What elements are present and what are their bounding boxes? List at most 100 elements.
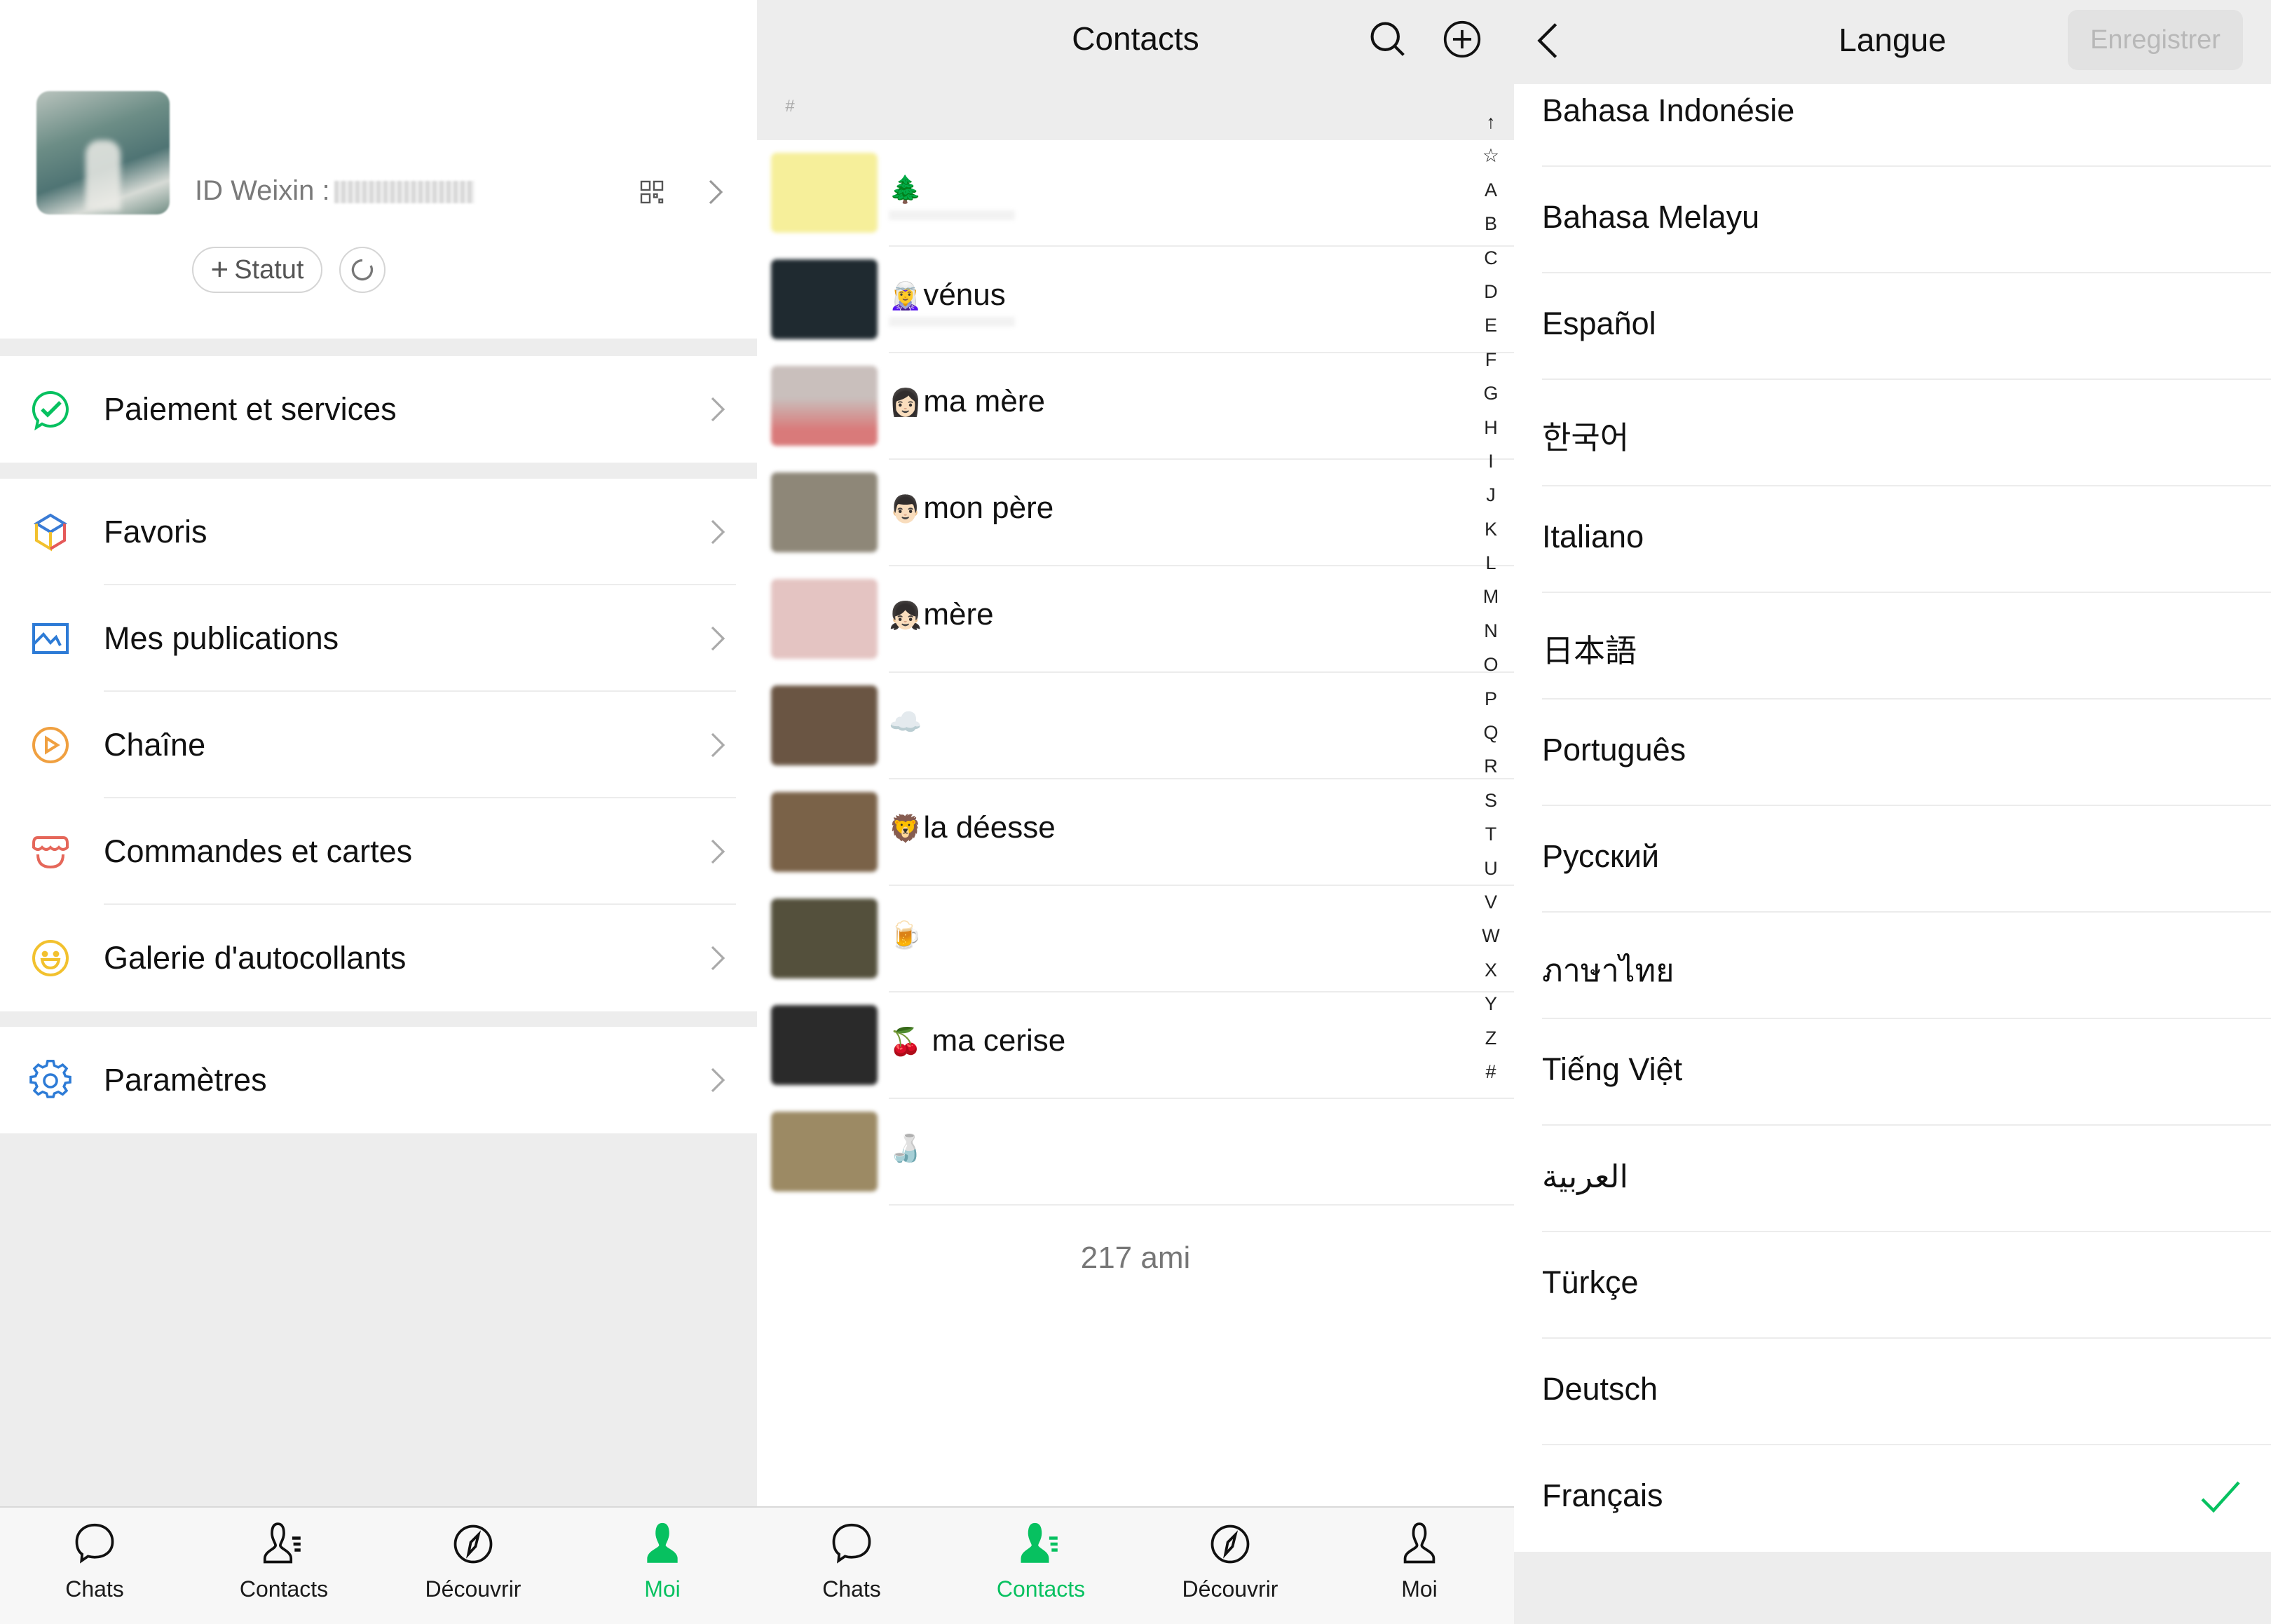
contact-row[interactable]: 🍶 <box>757 1099 1514 1206</box>
menu-item-label: Paiement et services <box>104 391 397 427</box>
contact-row[interactable]: 🦁la déesse <box>757 779 1514 886</box>
index-letter[interactable]: F <box>1485 343 1497 376</box>
menu-item-settings[interactable]: Paramètres <box>0 1027 757 1133</box>
save-button[interactable]: Enregistrer <box>2068 10 2243 70</box>
index-letter[interactable]: J <box>1486 478 1496 512</box>
language-option[interactable]: Русский <box>1514 806 2271 913</box>
language-option[interactable]: العربية <box>1514 1126 2271 1232</box>
alphabet-index-bar[interactable]: ↑ ☆ A B C D E F G H I J K L M N O P Q R S T U V W X Y Z # <box>1473 105 1508 1089</box>
contact-row[interactable]: 👧🏻mère <box>757 566 1514 673</box>
chat-bubble-icon <box>75 1523 114 1564</box>
language-name: العربية <box>1542 1159 1628 1194</box>
index-letter[interactable]: L <box>1485 546 1496 580</box>
index-letter[interactable]: Z <box>1485 1021 1497 1055</box>
chevron-right-icon <box>711 519 725 545</box>
tab-discover[interactable]: Découvrir <box>1136 1508 1325 1624</box>
index-letter[interactable]: A <box>1485 173 1497 207</box>
index-letter[interactable]: C <box>1484 241 1498 275</box>
contact-name: 👧🏻mère <box>889 597 994 632</box>
menu-item-label: Commandes et cartes <box>104 833 413 869</box>
tab-label: Moi <box>644 1576 681 1602</box>
status-refresh-button[interactable] <box>339 247 386 293</box>
contact-row[interactable]: 👩🏻ma mère <box>757 353 1514 460</box>
index-letter[interactable]: U <box>1484 852 1498 885</box>
index-letter[interactable]: X <box>1485 953 1497 987</box>
index-letter[interactable]: D <box>1484 275 1498 308</box>
tab-me[interactable]: Moi <box>1325 1508 1514 1624</box>
menu-item-label: Chaîne <box>104 727 206 763</box>
language-name: Türkçe <box>1542 1264 1639 1300</box>
menu-item-payment[interactable]: Paiement et services <box>0 356 757 463</box>
index-letter[interactable]: V <box>1485 885 1497 919</box>
menu-item-my-posts[interactable]: Mes publications <box>0 585 757 692</box>
language-option[interactable]: Português <box>1514 700 2271 806</box>
tab-me[interactable]: Moi <box>568 1508 757 1624</box>
index-letter[interactable]: H <box>1484 411 1498 444</box>
index-letter[interactable]: T <box>1485 817 1497 851</box>
language-option[interactable]: Türkçe <box>1514 1232 2271 1339</box>
language-name: Русский <box>1542 838 1659 874</box>
add-circle-icon[interactable] <box>1443 20 1482 59</box>
contact-row[interactable]: 👨🏻mon père <box>757 460 1514 566</box>
language-option[interactable]: 日本語 <box>1514 593 2271 700</box>
tab-label: Moi <box>1401 1576 1438 1602</box>
index-letter[interactable]: R <box>1484 749 1498 783</box>
index-letter[interactable]: G <box>1483 376 1498 410</box>
index-letter[interactable]: W <box>1482 919 1499 953</box>
contact-row[interactable]: ☁️ <box>757 673 1514 779</box>
contact-name: 👨🏻mon père <box>889 491 1054 525</box>
add-status-button[interactable]: + Statut <box>192 247 322 293</box>
search-icon[interactable] <box>1368 20 1407 59</box>
language-option[interactable]: Deutsch <box>1514 1339 2271 1445</box>
qr-code-icon[interactable] <box>639 179 664 205</box>
profile-header[interactable]: ID Weixin : + Statut <box>0 0 757 339</box>
language-option[interactable]: Italiano <box>1514 486 2271 593</box>
menu-item-sticker-gallery[interactable]: Galerie d'autocollants <box>0 905 757 1011</box>
index-letter[interactable]: ↑ <box>1486 105 1496 139</box>
language-list: Bahasa Indonésie Bahasa Melayu Español 한국어 I… <box>1514 84 2271 1552</box>
tab-contacts[interactable]: Contacts <box>946 1508 1136 1624</box>
chevron-right-icon[interactable] <box>707 178 725 206</box>
language-option[interactable]: Español <box>1514 273 2271 380</box>
contact-avatar <box>771 366 878 446</box>
language-option[interactable]: 한국어 <box>1514 380 2271 486</box>
contact-row[interactable]: 🍒 ma cerise <box>757 992 1514 1099</box>
contact-row[interactable]: 🍺 <box>757 886 1514 992</box>
contact-row[interactable]: 🧝‍♀️vénus <box>757 247 1514 353</box>
tab-chats[interactable]: Chats <box>0 1508 189 1624</box>
image-icon <box>32 623 69 654</box>
chevron-right-icon <box>711 1067 725 1093</box>
contacts-screen: Contacts # 🌲 🧝‍♀️vénus 👩🏻ma mère 👨🏻mon p… <box>757 0 1514 1624</box>
index-letter[interactable]: E <box>1485 308 1497 342</box>
index-letter[interactable]: M <box>1483 580 1499 613</box>
tab-discover[interactable]: Découvrir <box>378 1508 568 1624</box>
play-circle-icon <box>32 727 69 763</box>
tab-chats[interactable]: Chats <box>757 1508 946 1624</box>
index-letter[interactable]: Y <box>1485 987 1497 1021</box>
menu-item-orders-cards[interactable]: Commandes et cartes <box>0 798 757 905</box>
index-letter[interactable]: N <box>1484 614 1498 648</box>
index-letter[interactable]: P <box>1485 682 1497 716</box>
index-letter[interactable]: O <box>1483 648 1498 681</box>
language-option[interactable]: ภาษาไทย <box>1514 913 2271 1019</box>
index-letter[interactable]: B <box>1485 207 1497 240</box>
language-name: Italiano <box>1542 519 1644 554</box>
language-option[interactable]: Tiếng Việt <box>1514 1019 2271 1126</box>
index-letter[interactable]: ☆ <box>1482 139 1499 172</box>
index-letter[interactable]: Q <box>1483 716 1498 749</box>
contact-row[interactable]: 🌲 <box>757 140 1514 247</box>
contact-name: 🧝‍♀️vénus <box>889 278 1006 312</box>
index-letter[interactable]: S <box>1485 784 1497 817</box>
language-option[interactable]: Bahasa Melayu <box>1514 167 2271 273</box>
index-letter[interactable]: K <box>1485 512 1497 546</box>
menu-item-favorites[interactable]: Favoris <box>0 479 757 585</box>
index-letter[interactable]: # <box>1485 1055 1496 1089</box>
index-letter[interactable]: I <box>1488 444 1494 478</box>
tab-contacts[interactable]: Contacts <box>189 1508 378 1624</box>
language-option[interactable]: Français <box>1514 1445 2271 1552</box>
redacted-text <box>889 317 1015 327</box>
profile-avatar[interactable] <box>36 91 170 214</box>
contact-avatar <box>771 579 878 659</box>
menu-item-channel[interactable]: Chaîne <box>0 692 757 798</box>
language-option[interactable]: Bahasa Indonésie <box>1514 84 2271 167</box>
